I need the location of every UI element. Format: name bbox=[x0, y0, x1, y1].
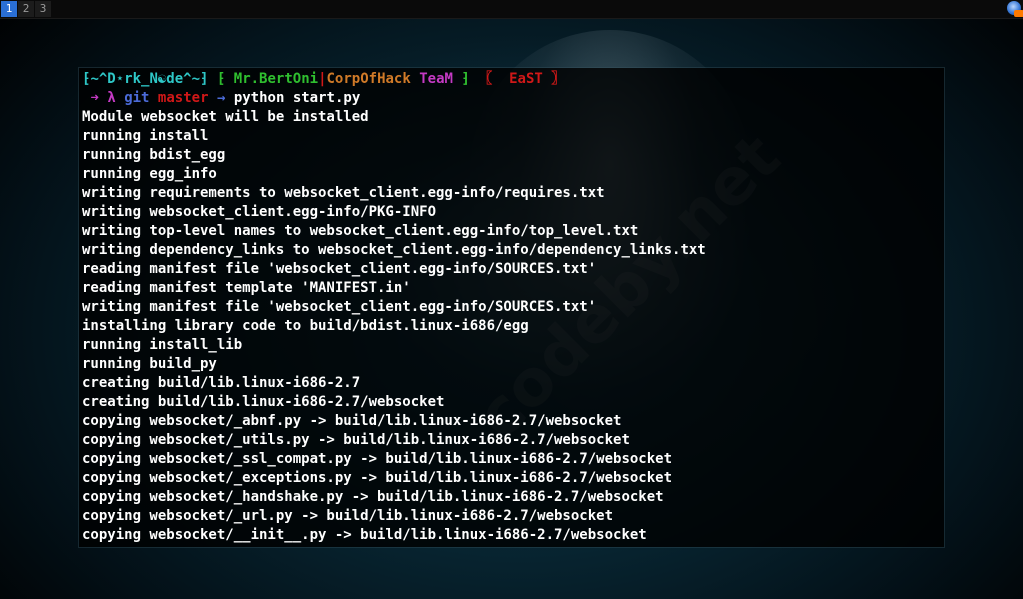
prompt-user: ~^D⋆rk_N☯de^~ bbox=[90, 71, 201, 87]
terminal-output-line: creating build/lib.linux-i686-2.7/websoc… bbox=[82, 394, 445, 410]
terminal-output-line: writing top-level names to websocket_cli… bbox=[82, 223, 639, 239]
prompt-team-sep: | bbox=[318, 71, 327, 87]
prompt-team-name3: TeaM bbox=[419, 71, 453, 87]
terminal-output-line: writing requirements to websocket_client… bbox=[82, 185, 605, 201]
prompt-east-close: 〗 bbox=[551, 71, 566, 87]
terminal-output-line: creating build/lib.linux-i686-2.7 bbox=[82, 375, 361, 391]
terminal-output-line: Module websocket will be installed bbox=[82, 109, 369, 125]
terminal-output-line: running build_py bbox=[82, 356, 217, 372]
terminal-output-line: writing manifest file 'websocket_client.… bbox=[82, 299, 597, 315]
terminal-output-line: running install_lib bbox=[82, 337, 243, 353]
terminal-output-line: copying websocket/_ssl_compat.py -> buil… bbox=[82, 451, 673, 467]
terminal-output-line: reading manifest file 'websocket_client.… bbox=[82, 261, 597, 277]
prompt-lambda-icon: λ bbox=[107, 90, 116, 106]
terminal-window[interactable]: ⁅~^D⋆rk_N☯de^~⁆ ⁅ Mr.BertOni|CorpOfHack … bbox=[79, 68, 944, 547]
terminal-output-line: running install bbox=[82, 128, 209, 144]
prompt-east: EaST bbox=[509, 71, 543, 87]
prompt-git: git bbox=[124, 90, 150, 106]
workspace-tab-2[interactable]: 2 bbox=[18, 1, 34, 17]
workspace-switcher: 1 2 3 bbox=[1, 1, 52, 17]
terminal-output-line: writing websocket_client.egg-info/PKG-IN… bbox=[82, 204, 437, 220]
workspace-tab-3[interactable]: 3 bbox=[35, 1, 51, 17]
terminal-output-line: running egg_info bbox=[82, 166, 217, 182]
prompt-arrow-icon: ➜ bbox=[90, 90, 99, 106]
terminal-output-line: copying websocket/_url.py -> build/lib.l… bbox=[82, 508, 614, 524]
prompt-team-name1: Mr.BertOni bbox=[233, 71, 319, 87]
prompt-team-open: ⁅ bbox=[216, 71, 226, 87]
terminal-output-line: running bdist_egg bbox=[82, 147, 226, 163]
terminal-output-line: writing dependency_links to websocket_cl… bbox=[82, 242, 706, 258]
workspace-tab-1[interactable]: 1 bbox=[1, 1, 17, 17]
notification-icon[interactable] bbox=[1007, 1, 1023, 17]
terminal-output-line: copying websocket/_exceptions.py -> buil… bbox=[82, 470, 673, 486]
prompt-arrow2-icon: → bbox=[216, 90, 226, 106]
terminal-output-line: copying websocket/_abnf.py -> build/lib.… bbox=[82, 413, 622, 429]
prompt-user-bracket-close: ⁆ bbox=[200, 71, 209, 87]
terminal-output-line: reading manifest template 'MANIFEST.in' bbox=[82, 280, 411, 296]
prompt-line-1: ⁅~^D⋆rk_N☯de^~⁆ ⁅ Mr.BertOni|CorpOfHack … bbox=[82, 70, 944, 89]
terminal-output-line: installing library code to build/bdist.l… bbox=[82, 318, 529, 334]
desktop: codeby.net 1 2 3 ⁅~^D⋆rk_N☯de^~⁆ ⁅ Mr.Be… bbox=[0, 0, 1023, 599]
prompt-command: python start.py bbox=[233, 90, 361, 106]
terminal-output-line: copying websocket/_handshake.py -> build… bbox=[82, 489, 664, 505]
prompt-branch: master bbox=[157, 90, 209, 106]
terminal-output-line: copying websocket/__init__.py -> build/l… bbox=[82, 527, 647, 543]
prompt-team-close: ⁆ bbox=[461, 71, 470, 87]
prompt-team-name2: CorpOfHack bbox=[326, 71, 411, 87]
notification-badge bbox=[1014, 10, 1023, 17]
top-panel: 1 2 3 bbox=[0, 0, 1023, 19]
terminal-output-line: copying websocket/_utils.py -> build/lib… bbox=[82, 432, 630, 448]
prompt-line-2: ➜ λ git master → python start.py bbox=[82, 89, 944, 108]
terminal-output: Module websocket will be installed runnin… bbox=[82, 108, 944, 545]
prompt-east-open: 〖 bbox=[478, 71, 493, 87]
